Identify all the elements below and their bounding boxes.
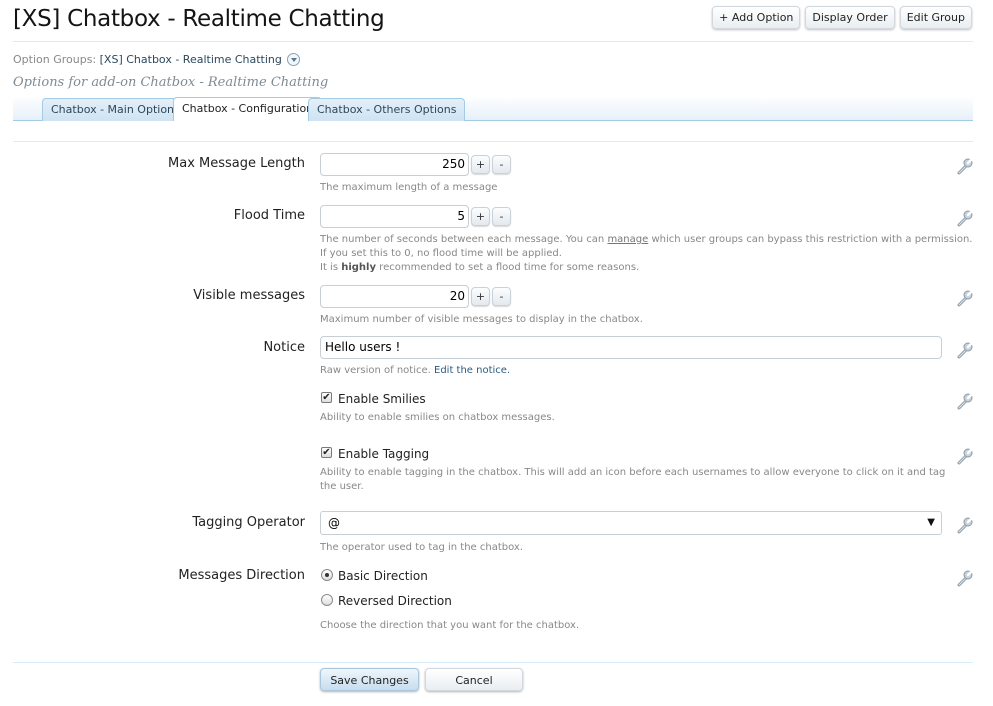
enable-smilies-checkbox[interactable]: ✔ xyxy=(321,392,332,403)
enable-tagging-hint-line2: the user. xyxy=(320,481,364,492)
messages-direction-label: Messages Direction xyxy=(178,568,305,583)
notice-hint-text: Raw version of notice. xyxy=(320,365,434,376)
notice-input[interactable]: Hello users ! xyxy=(320,336,942,359)
flood-time-hint-line2: If you set this to 0, no flood time will… xyxy=(320,248,562,259)
notice-label: Notice xyxy=(263,340,305,355)
flood-time-decrement-button[interactable]: - xyxy=(492,207,511,226)
tab-configuration[interactable]: Chatbox - Configuration xyxy=(173,97,323,121)
cancel-button[interactable]: Cancel xyxy=(425,668,523,691)
enable-smilies-wrench-icon[interactable] xyxy=(956,392,974,410)
max-length-increment-button[interactable]: + xyxy=(471,155,490,174)
flood-time-hint-line3: It is highly recommended to set a flood … xyxy=(320,261,639,275)
title-divider xyxy=(13,41,973,42)
breadcrumb: Option Groups: [XS] Chatbox - Realtime C… xyxy=(13,53,301,66)
enable-smilies-label[interactable]: Enable Smilies xyxy=(338,392,426,406)
display-order-button[interactable]: Display Order xyxy=(805,6,895,29)
breadcrumb-current[interactable]: [XS] Chatbox - Realtime Chatting xyxy=(100,53,282,66)
visible-messages-hint: Maximum number of visible messages to di… xyxy=(320,314,643,325)
tabs-divider xyxy=(13,141,973,142)
reversed-direction-label[interactable]: Reversed Direction xyxy=(338,594,452,608)
flood-time-input[interactable]: 5 xyxy=(320,205,469,228)
basic-direction-radio[interactable] xyxy=(321,569,333,581)
footer-divider xyxy=(13,662,973,663)
max-length-input[interactable]: 250 xyxy=(320,153,469,176)
enable-tagging-label[interactable]: Enable Tagging xyxy=(338,447,429,461)
max-length-hint: The maximum length of a message xyxy=(320,182,498,193)
max-length-wrench-icon[interactable] xyxy=(956,157,974,175)
manage-link[interactable]: manage xyxy=(607,234,648,245)
enable-smilies-hint: Ability to enable smilies on chatbox mes… xyxy=(320,412,555,423)
page-title: [XS] Chatbox - Realtime Chatting xyxy=(13,6,385,32)
visible-messages-decrement-button[interactable]: - xyxy=(492,287,511,306)
edit-group-button[interactable]: Edit Group xyxy=(899,6,972,29)
flood-time-hint3-text: It is xyxy=(320,262,342,273)
tab-main-options[interactable]: Chatbox - Main Options xyxy=(42,98,189,121)
enable-tagging-wrench-icon[interactable] xyxy=(956,447,974,465)
tab-others-options[interactable]: Chatbox - Others Options xyxy=(308,98,466,121)
flood-time-hint3-text-end: recommended to set a flood time for some… xyxy=(376,262,640,273)
edit-notice-link[interactable]: Edit the notice. xyxy=(434,365,510,376)
visible-messages-increment-button[interactable]: + xyxy=(471,287,490,306)
visible-messages-label: Visible messages xyxy=(193,288,305,303)
reversed-direction-radio[interactable] xyxy=(321,594,333,606)
max-length-decrement-button[interactable]: - xyxy=(492,155,511,174)
notice-hint: Raw version of notice. Edit the notice. xyxy=(320,364,510,378)
max-length-label: Max Message Length xyxy=(168,156,305,171)
save-changes-button[interactable]: Save Changes xyxy=(320,668,419,691)
messages-direction-wrench-icon[interactable] xyxy=(956,569,974,587)
flood-time-increment-button[interactable]: + xyxy=(471,207,490,226)
tagging-operator-hint: The operator used to tag in the chatbox. xyxy=(320,542,524,553)
flood-time-hint-line1: The number of seconds between each messa… xyxy=(320,233,973,247)
page-subtitle: Options for add-on Chatbox - Realtime Ch… xyxy=(13,75,329,90)
breadcrumb-prefix: Option Groups: xyxy=(13,53,97,66)
basic-direction-label[interactable]: Basic Direction xyxy=(338,569,428,583)
tagging-operator-value: @ xyxy=(328,516,340,530)
messages-direction-hint: Choose the direction that you want for t… xyxy=(320,620,580,631)
tagging-operator-select[interactable]: @ ▼ xyxy=(320,511,942,535)
tagging-operator-wrench-icon[interactable] xyxy=(956,516,974,534)
breadcrumb-menu-icon[interactable] xyxy=(287,53,301,66)
flood-time-hint-text-end: which user groups can bypass this restri… xyxy=(648,234,973,245)
dropdown-arrow-icon: ▼ xyxy=(927,517,935,528)
enable-tagging-checkbox[interactable]: ✔ xyxy=(321,447,332,458)
notice-wrench-icon[interactable] xyxy=(956,341,974,359)
flood-time-label: Flood Time xyxy=(233,208,305,223)
visible-messages-input[interactable]: 20 xyxy=(320,285,469,308)
flood-time-hint3-bold: highly xyxy=(341,262,376,273)
header-actions: + Add Option Display Order Edit Group xyxy=(712,6,972,29)
visible-messages-wrench-icon[interactable] xyxy=(956,289,974,307)
flood-time-wrench-icon[interactable] xyxy=(956,209,974,227)
add-option-button[interactable]: + Add Option xyxy=(712,6,801,29)
tab-bar: Chatbox - Main Options Chatbox - Configu… xyxy=(13,96,973,121)
tagging-operator-label: Tagging Operator xyxy=(192,515,305,530)
enable-tagging-hint-line1: Ability to enable tagging in the chatbox… xyxy=(320,467,946,478)
flood-time-hint-text: The number of seconds between each messa… xyxy=(320,234,608,245)
